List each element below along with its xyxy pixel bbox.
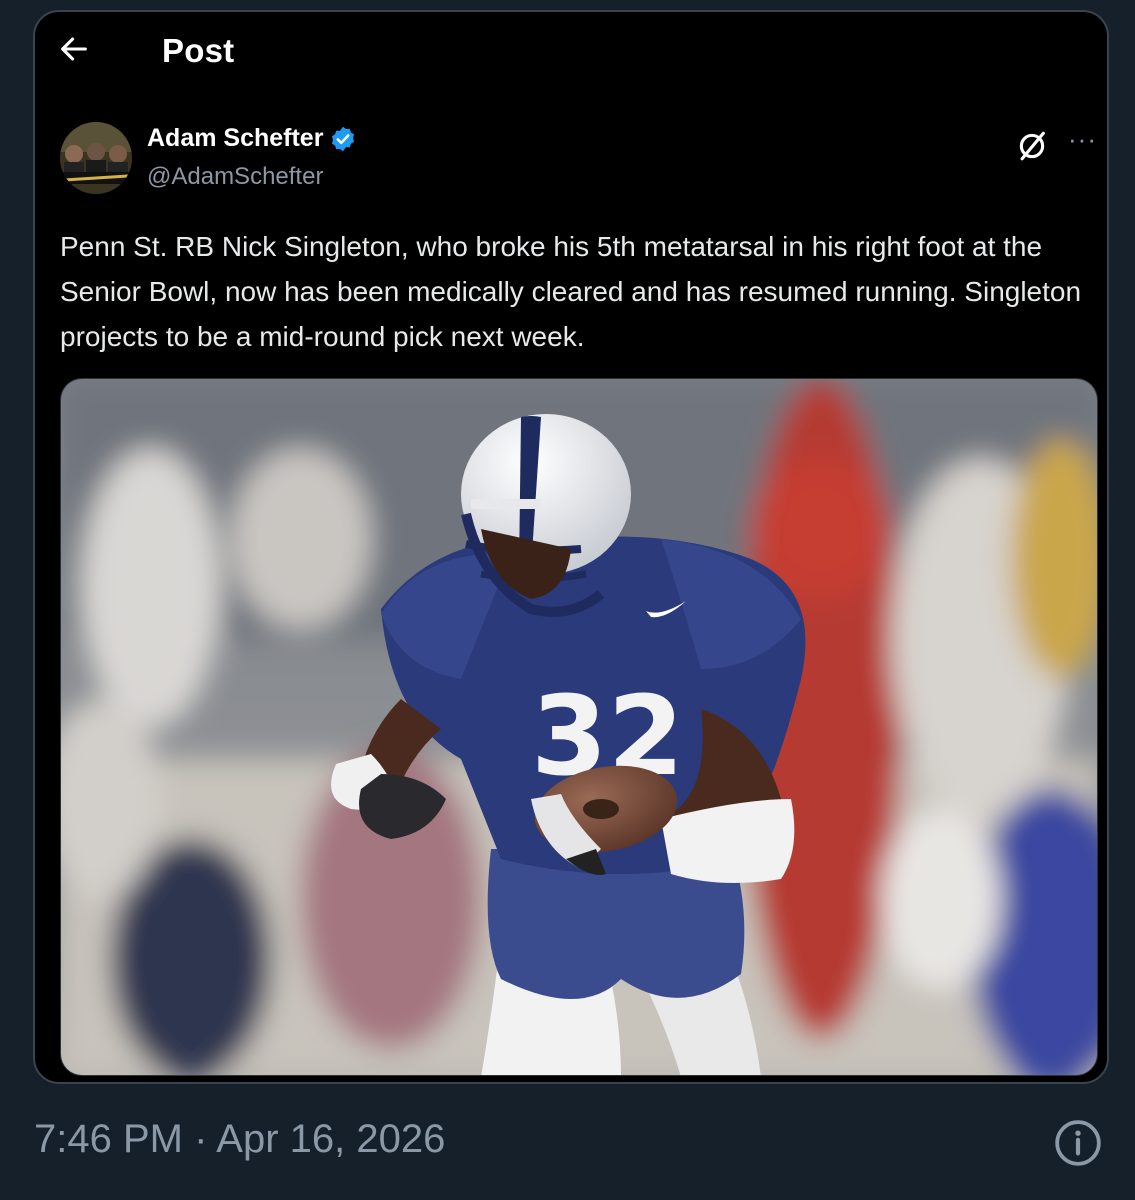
author-handle[interactable]: @AdamSchefter <box>147 163 323 191</box>
post-timestamp[interactable]: 7:46 PM · Apr 16, 2026 <box>34 1117 445 1162</box>
post-text: Penn St. RB Nick Singleton, who broke hi… <box>60 231 1082 352</box>
info-icon[interactable] <box>1053 1118 1103 1168</box>
page-title: Post <box>162 32 235 69</box>
arrow-left-icon[interactable] <box>57 32 91 66</box>
post-header: Post <box>35 12 1107 92</box>
author-name-row[interactable]: Adam Schefter <box>147 124 357 153</box>
avatar[interactable] <box>60 122 132 194</box>
verified-badge-icon <box>332 126 355 151</box>
post-card: Post Adam Schefter @AdamSchefter ··· Pen… <box>33 10 1109 1084</box>
post-image[interactable]: 32 <box>60 378 1098 1076</box>
more-options-button[interactable]: ··· <box>1068 124 1097 155</box>
grok-icon[interactable] <box>1015 129 1049 163</box>
author-name[interactable]: Adam Schefter <box>147 124 323 153</box>
